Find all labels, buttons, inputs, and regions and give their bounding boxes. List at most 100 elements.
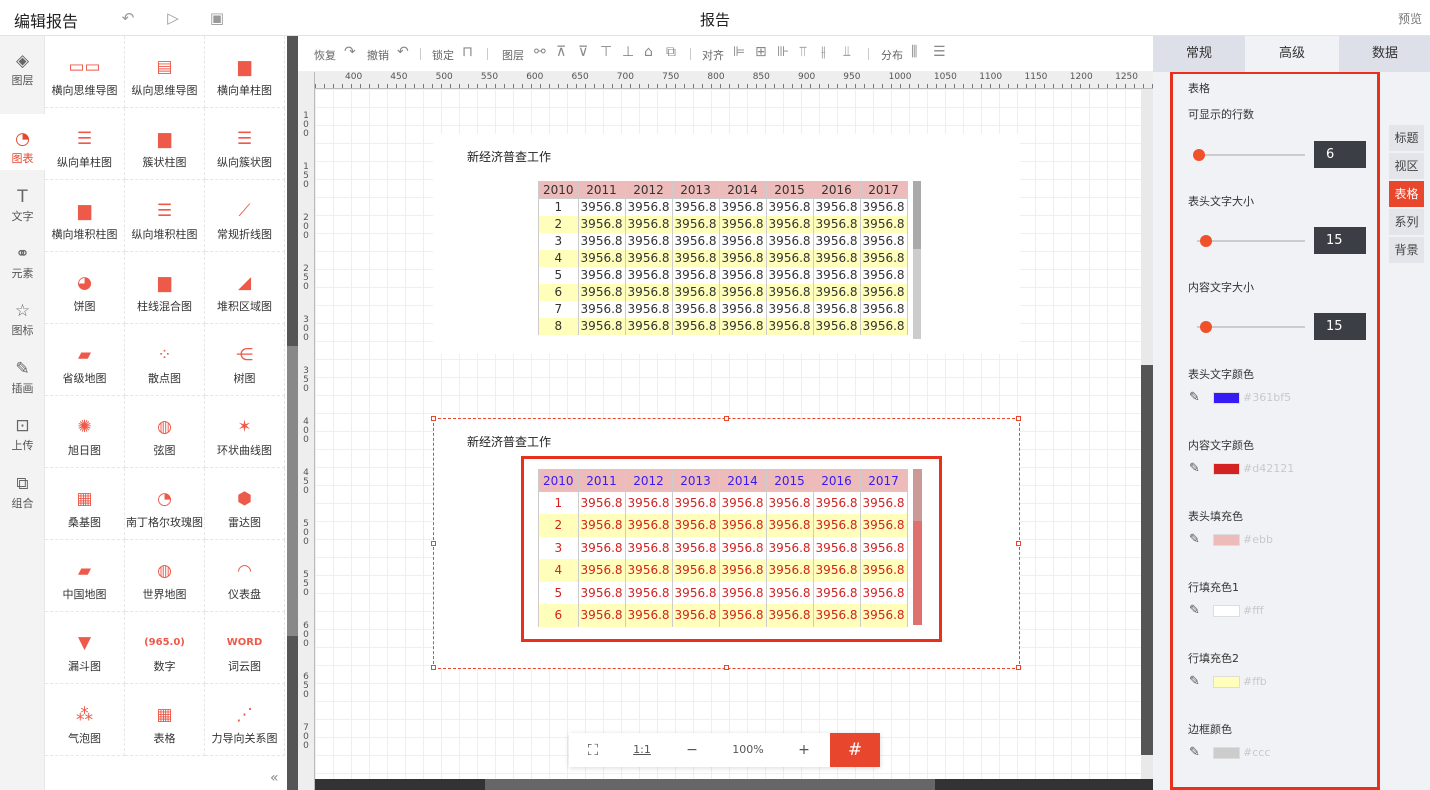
component-28[interactable]: ▦ 表格 bbox=[125, 684, 205, 756]
tab-general[interactable]: 常规 bbox=[1153, 36, 1245, 72]
slider-handle[interactable] bbox=[1193, 149, 1206, 161]
header-font-input[interactable]: 15 bbox=[1314, 227, 1366, 254]
layer-group-icon[interactable]: ⚯ bbox=[534, 44, 546, 60]
tab-advanced[interactable]: 高级 bbox=[1246, 36, 1338, 72]
color-hex-value[interactable]: #361bf5 bbox=[1243, 391, 1291, 404]
fit-screen-icon[interactable]: ⛶ bbox=[569, 733, 617, 767]
component-25[interactable]: (965.0) 数字 bbox=[125, 612, 205, 684]
align-right-icon[interactable]: ⊪ bbox=[777, 44, 789, 60]
send-to-back-icon[interactable]: ⊥ bbox=[622, 44, 634, 60]
tab-data[interactable]: 数据 bbox=[1339, 36, 1430, 72]
color-swatch[interactable] bbox=[1213, 392, 1240, 404]
copy-icon[interactable]: ⧉ bbox=[666, 44, 676, 60]
grid-toggle-icon[interactable]: # bbox=[830, 733, 880, 767]
component-22[interactable]: ◍ 世界地图 bbox=[125, 540, 205, 612]
align-top-icon[interactable]: ⫪ bbox=[799, 44, 807, 60]
nav-illustrations[interactable]: ✎ 插画 bbox=[0, 344, 45, 400]
component-4[interactable]: ▆ 簇状柱图 bbox=[125, 108, 205, 180]
component-11[interactable]: ◢ 堆积区域图 bbox=[205, 252, 285, 324]
lock-button[interactable]: 锁定 bbox=[432, 47, 454, 63]
component-9[interactable]: ◕ 饼图 bbox=[45, 252, 125, 324]
header-font-slider[interactable] bbox=[1197, 240, 1305, 242]
scrollbar-thumb[interactable] bbox=[913, 181, 921, 249]
side-tab-4[interactable]: 背景 bbox=[1389, 237, 1424, 263]
actual-size-button[interactable]: 1:1 bbox=[621, 733, 663, 767]
table-scrollbar[interactable] bbox=[913, 181, 921, 339]
side-tab-1[interactable]: 视区 bbox=[1389, 153, 1424, 179]
align-left-icon[interactable]: ⊫ bbox=[733, 44, 745, 60]
component-0[interactable]: ▭▭ 横向思维导图 bbox=[45, 36, 125, 108]
undo-icon[interactable]: ↶ bbox=[397, 44, 409, 60]
resize-handle[interactable] bbox=[1016, 665, 1021, 670]
component-10[interactable]: ▆ 柱线混合图 bbox=[125, 252, 205, 324]
color-swatch[interactable] bbox=[1213, 605, 1240, 617]
report-page[interactable]: 新经济普查工作 2010 2011 2012 2013 2014 2015 2016 2017… bbox=[315, 89, 1141, 779]
redo-button[interactable]: 恢复 bbox=[314, 47, 336, 63]
eyedropper-icon[interactable]: ✎ bbox=[1189, 745, 1200, 760]
nav-text[interactable]: T 文字 bbox=[0, 172, 45, 228]
eyedropper-icon[interactable]: ✎ bbox=[1189, 532, 1200, 547]
component-17[interactable]: ✶ 环状曲线图 bbox=[205, 396, 285, 468]
nav-icons[interactable]: ☆ 图标 bbox=[0, 286, 45, 342]
zoom-out-button[interactable]: − bbox=[677, 733, 707, 767]
eyedropper-icon[interactable]: ✎ bbox=[1189, 603, 1200, 618]
component-12[interactable]: ▰ 省级地图 bbox=[45, 324, 125, 396]
color-swatch[interactable] bbox=[1213, 534, 1240, 546]
redo-icon[interactable]: ↷ bbox=[344, 44, 356, 60]
content-font-slider[interactable] bbox=[1197, 326, 1305, 328]
canvas-horizontal-scrollbar[interactable] bbox=[315, 779, 1153, 790]
nav-elements[interactable]: ⚭ 元素 bbox=[0, 229, 45, 285]
component-24[interactable]: ▼ 漏斗图 bbox=[45, 612, 125, 684]
distribute-vertical-icon[interactable]: ☰ bbox=[933, 44, 946, 60]
resize-handle[interactable] bbox=[431, 665, 436, 670]
component-23[interactable]: ◠ 仪表盘 bbox=[205, 540, 285, 612]
resize-handle[interactable] bbox=[1016, 416, 1021, 421]
eyedropper-icon[interactable]: ✎ bbox=[1189, 390, 1200, 405]
component-26[interactable]: WORD 词云图 bbox=[205, 612, 285, 684]
component-3[interactable]: ☰ 纵向单柱图 bbox=[45, 108, 125, 180]
align-center-icon[interactable]: ⊞ bbox=[755, 44, 767, 60]
preview-button[interactable]: 预览 bbox=[1398, 10, 1422, 27]
slider-handle[interactable] bbox=[1199, 321, 1212, 333]
resize-handle[interactable] bbox=[1016, 541, 1021, 546]
table-widget-1[interactable]: 新经济普查工作 2010 2011 2012 2013 2014 2015 2016 2017… bbox=[433, 134, 1020, 354]
scrollbar-thumb[interactable] bbox=[287, 346, 298, 636]
component-29[interactable]: ⋰ 力导向关系图 bbox=[205, 684, 285, 756]
bring-to-front-icon[interactable]: ⊤ bbox=[600, 44, 612, 60]
component-15[interactable]: ✺ 旭日图 bbox=[45, 396, 125, 468]
lock-icon[interactable]: ⊓ bbox=[462, 44, 473, 60]
component-8[interactable]: ⟋ 常规折线图 bbox=[205, 180, 285, 252]
component-2[interactable]: ▆ 横向单柱图 bbox=[205, 36, 285, 108]
component-20[interactable]: ⬢ 雷达图 bbox=[205, 468, 285, 540]
rows-slider[interactable] bbox=[1197, 154, 1305, 156]
component-1[interactable]: ▤ 纵向思维导图 bbox=[125, 36, 205, 108]
color-swatch[interactable] bbox=[1213, 676, 1240, 688]
side-tab-0[interactable]: 标题 bbox=[1389, 125, 1424, 151]
component-27[interactable]: ⁂ 气泡图 bbox=[45, 684, 125, 756]
zoom-in-button[interactable]: + bbox=[789, 733, 819, 767]
side-tab-3[interactable]: 系列 bbox=[1389, 209, 1424, 235]
canvas-vertical-scrollbar[interactable] bbox=[1141, 89, 1153, 779]
component-21[interactable]: ▰ 中国地图 bbox=[45, 540, 125, 612]
resize-handle[interactable] bbox=[724, 665, 729, 670]
resize-handle[interactable] bbox=[431, 541, 436, 546]
align-bottom-icon[interactable]: ⫫ bbox=[843, 44, 851, 60]
eyedropper-icon[interactable]: ✎ bbox=[1189, 461, 1200, 476]
nav-charts[interactable]: ◔ 图表 bbox=[0, 114, 45, 170]
side-tab-2[interactable]: 表格 bbox=[1389, 181, 1424, 207]
scrollbar-thumb[interactable] bbox=[1141, 365, 1153, 755]
color-hex-value[interactable]: #ffb bbox=[1243, 675, 1267, 688]
component-18[interactable]: ▦ 桑基图 bbox=[45, 468, 125, 540]
color-swatch[interactable] bbox=[1213, 463, 1240, 475]
collapse-panel-icon[interactable]: « bbox=[270, 770, 279, 786]
component-19[interactable]: ◔ 南丁格尔玫瑰图 bbox=[125, 468, 205, 540]
distribute-horizontal-icon[interactable]: ⫼ bbox=[911, 44, 917, 60]
component-scrollbar[interactable] bbox=[287, 36, 298, 790]
slider-handle[interactable] bbox=[1199, 235, 1212, 247]
component-16[interactable]: ◍ 弦图 bbox=[125, 396, 205, 468]
color-hex-value[interactable]: #ccc bbox=[1243, 746, 1270, 759]
component-7[interactable]: ☰ 纵向堆积柱图 bbox=[125, 180, 205, 252]
color-hex-value[interactable]: #ebb bbox=[1243, 533, 1273, 546]
color-swatch[interactable] bbox=[1213, 747, 1240, 759]
send-backward-icon[interactable]: ⊽ bbox=[578, 44, 588, 60]
